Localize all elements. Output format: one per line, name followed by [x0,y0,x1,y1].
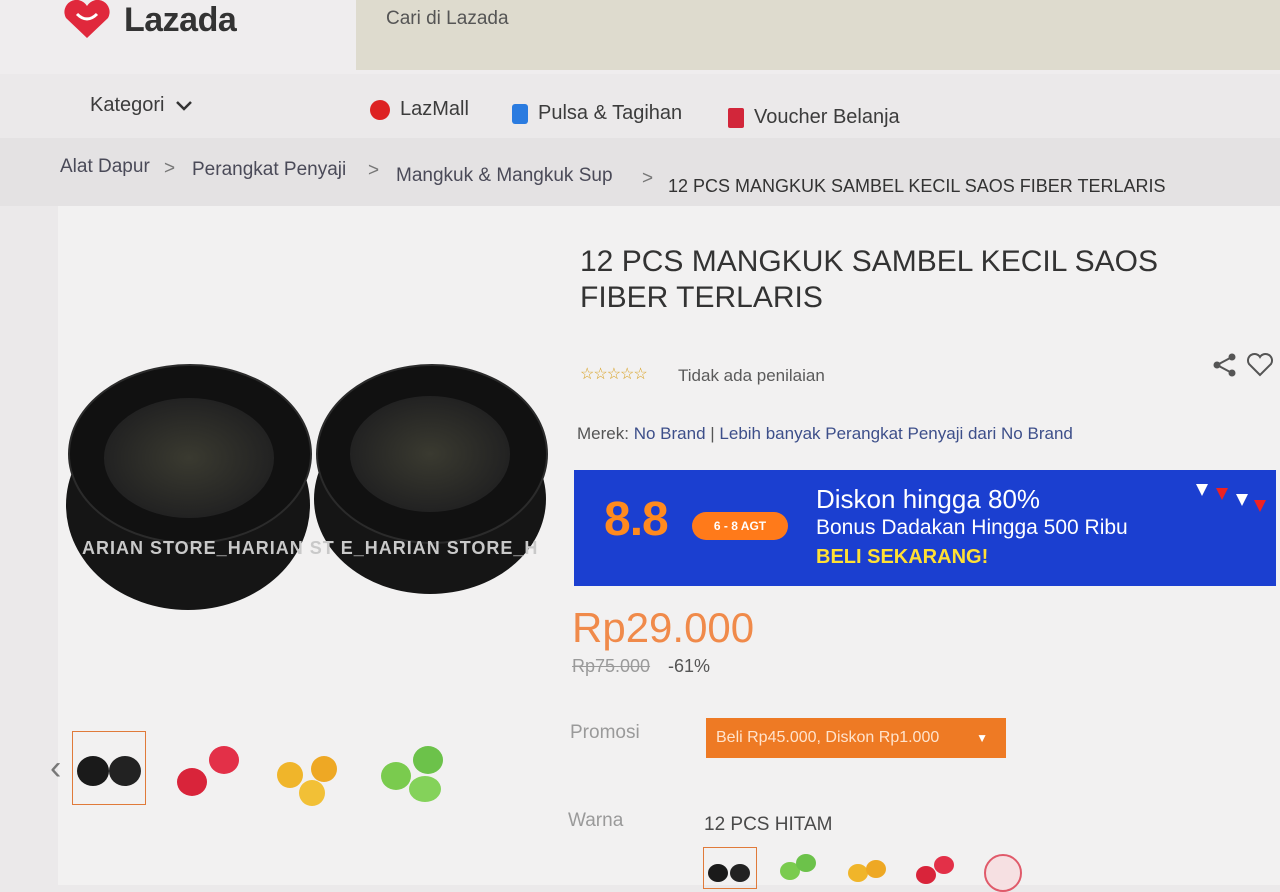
breadcrumb-separator: > [642,168,654,189]
share-icon[interactable] [1212,352,1238,378]
swatch-mixed[interactable] [976,848,1028,892]
breadcrumb-separator: > [368,160,380,181]
nav-item-pulsa[interactable]: Pulsa & Tagihan [512,102,682,125]
banner-cta[interactable]: BELI SEKARANG! [816,546,988,569]
swatch-black[interactable] [703,847,757,889]
product-title-line: FIBER TERLARIS [580,281,823,314]
phone-icon [512,103,528,124]
discount-percent: -61% [668,656,711,676]
thumbnail-black[interactable] [72,731,147,805]
lazmall-icon [370,99,390,120]
product-main-image[interactable]: ARIAN STORE_HARIAN ST E_HARIAN STORE_H [62,330,552,630]
lazada-logo[interactable]: Lazada [62,0,237,40]
category-menu[interactable]: Kategori [90,94,193,117]
color-label: Warna [568,810,624,831]
breadcrumb-item[interactable]: Alat Dapur [60,156,150,178]
brand-row: Merek: No Brand | Lebih banyak Perangkat… [577,424,1073,444]
promo-voucher[interactable]: Beli Rp45.000, Diskon Rp1.000 ▼ [706,718,1006,758]
thumb-shape [381,762,412,790]
nav-bar: Kategori LazMall Pulsa & Tagihan Voucher… [0,74,1280,138]
thumbnail-yellow[interactable] [277,732,349,806]
breadcrumb-item[interactable]: Perangkat Penyaji [192,159,346,181]
brand-more-link[interactable]: Lebih banyak Perangkat Penyaji dari No B… [719,424,1072,443]
nav-label: LazMall [400,98,469,120]
thumb-shape [177,768,208,796]
banner-subline: Bonus Dadakan Hingga 500 Ribu [816,516,1128,539]
banner-event: 8.8 [604,493,669,546]
nav-label: Pulsa & Tagihan [538,102,683,124]
swatch-shape [796,854,816,872]
thumb-shape [299,780,326,806]
nav-label: Voucher Belanja [754,106,900,128]
promo-label: Promosi [570,722,640,743]
product-price: Rp29.000 [572,604,755,651]
swatch-shape [708,864,728,882]
nav-item-lazmall[interactable]: LazMall [370,98,469,121]
bowl-inside [350,396,510,512]
color-value: 12 PCS HITAM [704,814,833,835]
brand-label: Merek: [577,424,629,443]
product-title: 12 PCS MANGKUK SAMBEL KECIL SAOS FIBER T… [580,244,1220,316]
promo-banner[interactable]: 8.8 6 - 8 AGT Diskon hingga 80% Bonus Da… [574,470,1276,586]
swatch-shape [848,864,868,882]
promo-text: Beli Rp45.000, Diskon Rp1.000 [716,729,940,746]
swatch-yellow[interactable] [840,848,892,888]
chevron-down-icon [175,100,192,111]
voucher-icon [728,107,744,128]
thumb-shape [209,746,240,774]
bunting-icon [1196,484,1266,512]
rating-text: Tidak ada penilaian [678,366,825,385]
thumb-shape [409,776,442,802]
heart-logo-icon [64,0,110,38]
rating-stars: ☆☆☆☆☆ [580,366,648,383]
heart-icon[interactable] [1246,352,1274,378]
breadcrumb: Alat Dapur > Perangkat Penyaji > Mangkuk… [0,138,1280,206]
bowl-inside [104,398,274,518]
breadcrumb-item[interactable]: Mangkuk & Mangkuk Sup [396,165,613,187]
swatch-shape [916,866,936,884]
breadcrumb-separator: > [164,158,176,179]
color-swatches [703,847,1028,892]
thumb-shape [277,762,304,788]
thumbnail-green[interactable] [379,732,451,804]
thumbnail-strip: ‹ [50,728,481,808]
search-bar[interactable]: Cari di Lazada [356,0,1280,70]
swatch-shape [866,860,886,878]
search-input[interactable]: Cari di Lazada [386,8,509,30]
swatch-red[interactable] [908,848,960,888]
breadcrumb-current: 12 PCS MANGKUK SAMBEL KECIL SAOS FIBER T… [668,176,1166,196]
logo-text: Lazada [124,0,237,39]
dropdown-arrow-icon: ▼ [976,731,988,745]
product-title-line: 12 PCS MANGKUK SAMBEL KECIL SAOS [580,245,1158,278]
swatch-green[interactable] [772,848,824,888]
swatch-shape [934,856,954,874]
category-label: Kategori [90,94,165,116]
image-watermark: ARIAN STORE_HARIAN ST E_HARIAN STORE_H [82,538,539,558]
thumb-shape [109,756,142,786]
original-price: Rp75.000 [572,656,651,676]
thumb-shape [413,746,444,774]
banner-date: 6 - 8 AGT [692,512,788,540]
brand-link[interactable]: No Brand [634,424,706,443]
thumbnail-red[interactable] [175,732,247,804]
chevron-left-icon[interactable]: ‹ [50,749,61,788]
nav-item-voucher[interactable]: Voucher Belanja [728,106,900,129]
swatch-badge-icon [984,854,1022,892]
banner-headline: Diskon hingga 80% [816,484,1041,514]
swatch-shape [730,864,750,882]
thumb-shape [77,756,110,786]
thumb-shape [311,756,338,782]
